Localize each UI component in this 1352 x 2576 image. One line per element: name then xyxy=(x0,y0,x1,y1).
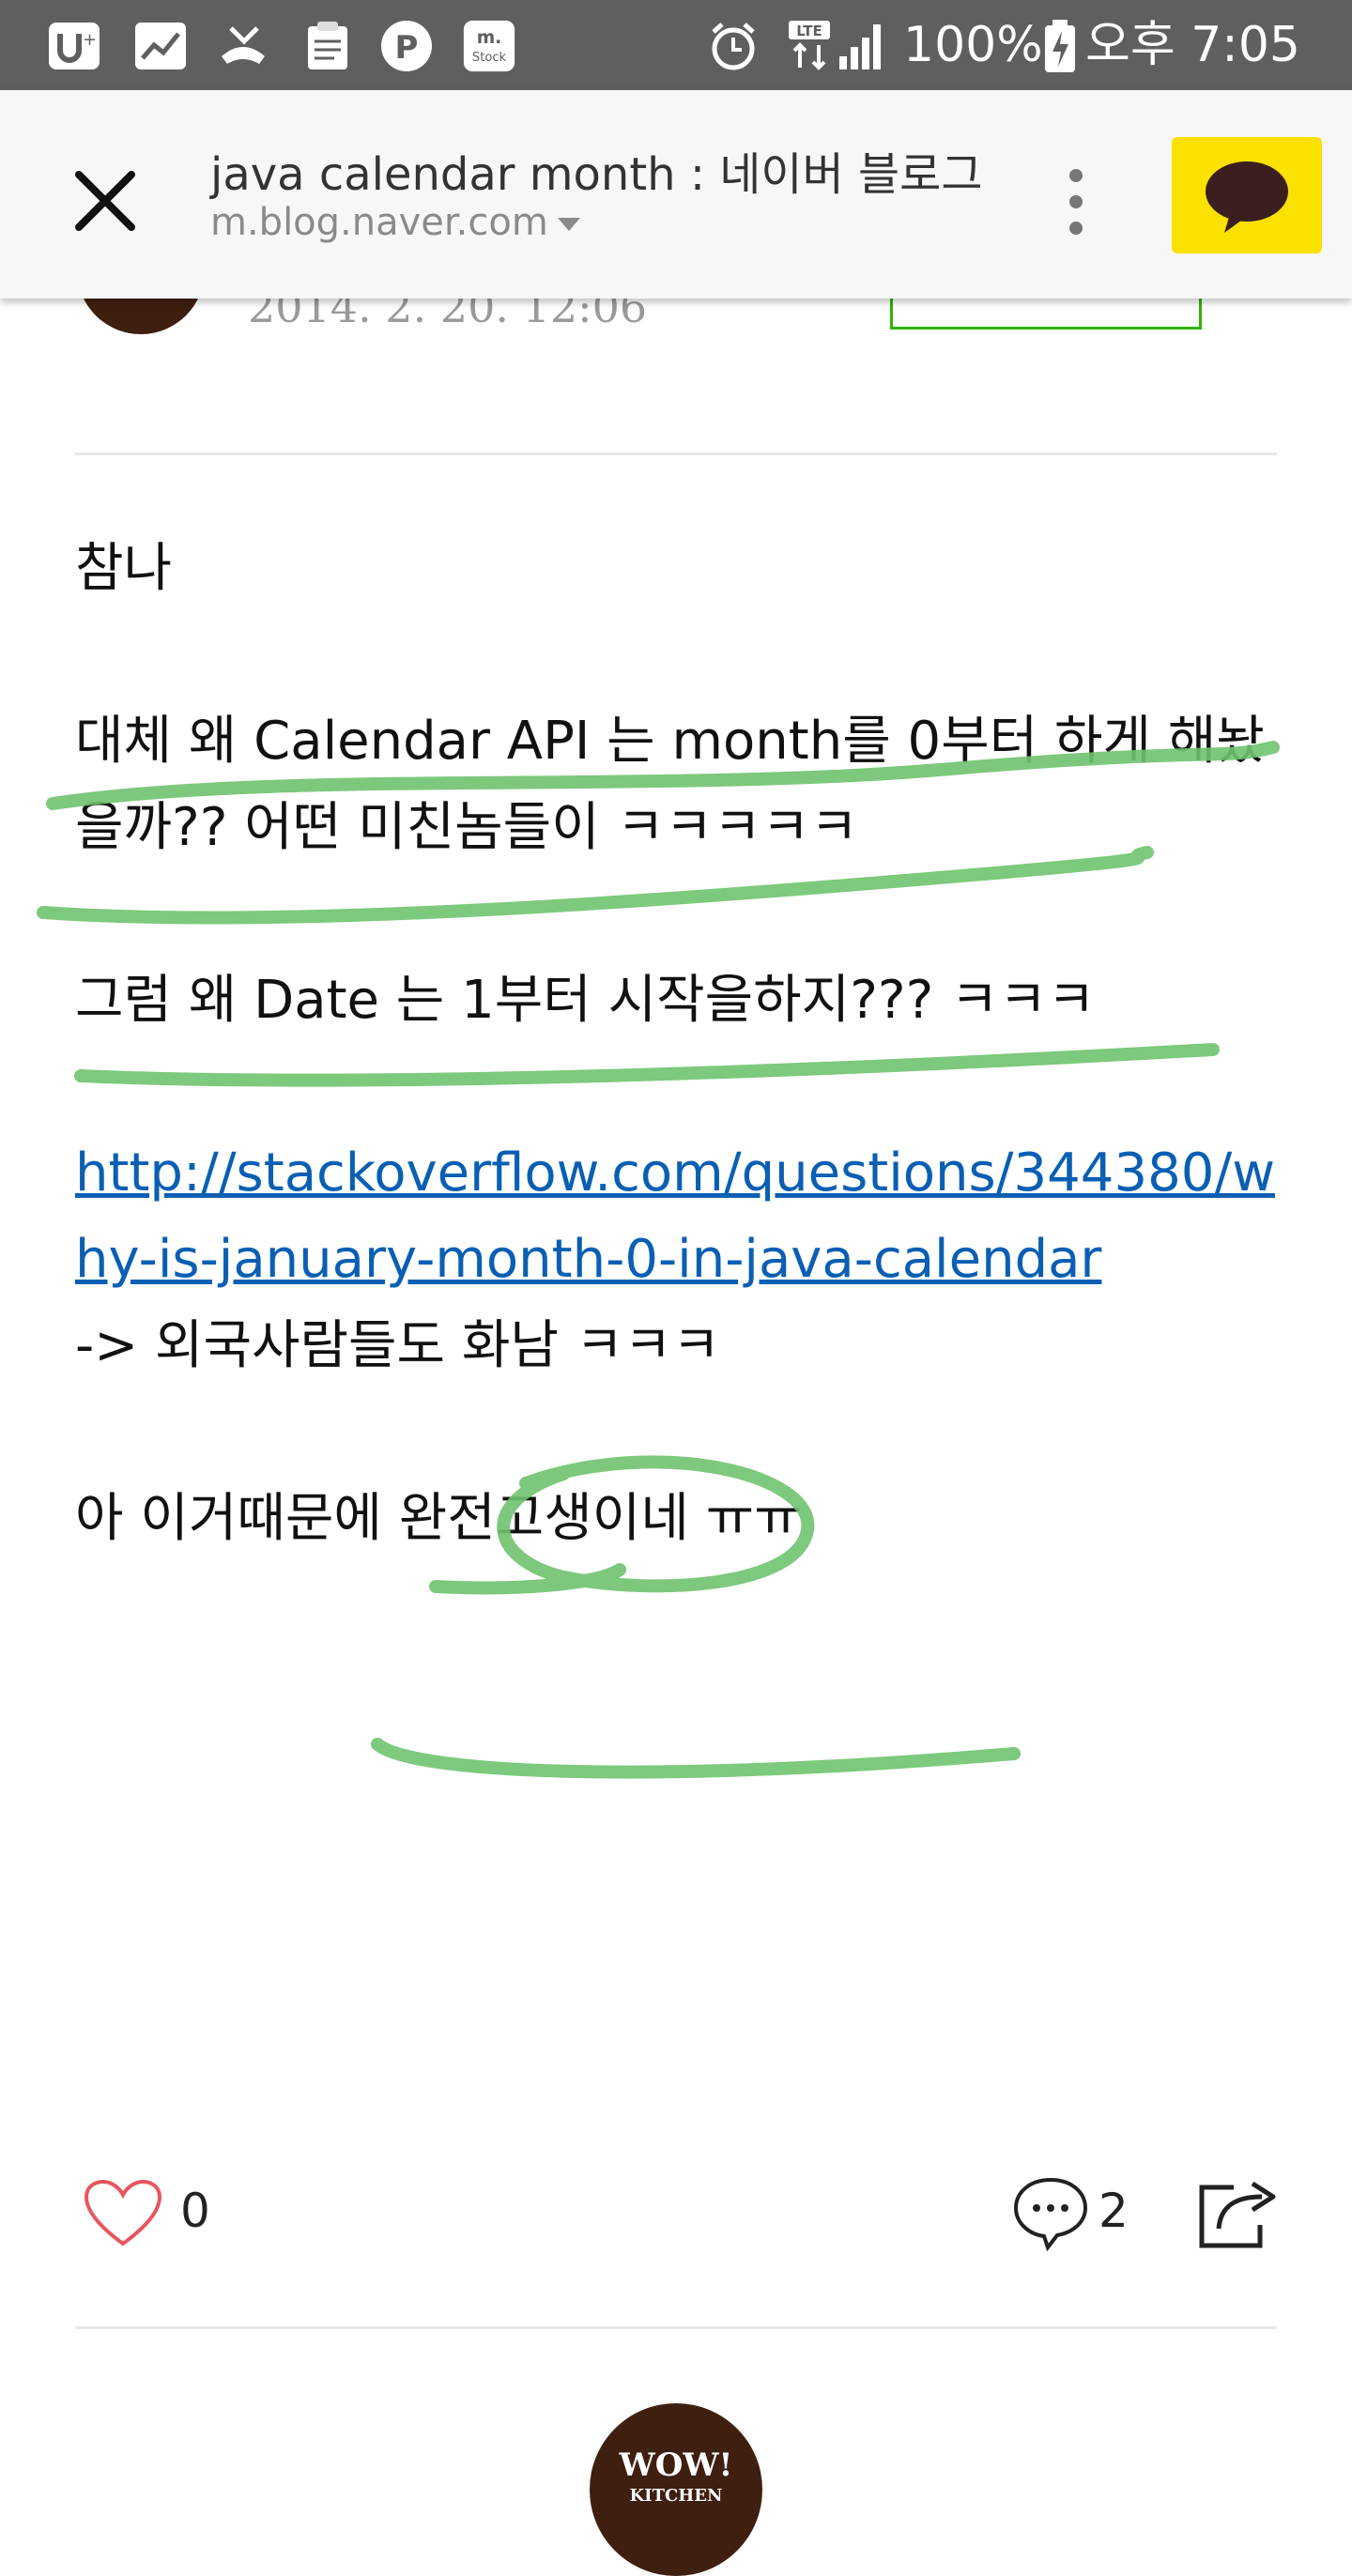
more-dot xyxy=(1069,222,1083,235)
kakaotalk-button[interactable] xyxy=(1172,137,1322,253)
close-icon xyxy=(75,171,135,231)
svg-text:m.: m. xyxy=(477,28,502,48)
logo-text: KITCHEN xyxy=(629,2486,723,2506)
svg-text:+: + xyxy=(83,30,97,50)
url-text: m.blog.naver.com xyxy=(210,201,548,244)
blog-logo[interactable]: WOW! KITCHEN xyxy=(590,2403,762,2576)
underline-stroke xyxy=(371,1738,1021,1779)
p-app-icon: P xyxy=(379,19,434,73)
alarm-icon xyxy=(706,19,760,73)
like-count: 0 xyxy=(180,2184,210,2238)
close-button[interactable] xyxy=(60,156,150,246)
lte-icon: LTE xyxy=(783,19,837,73)
lte-label: LTE xyxy=(796,23,822,39)
signal-icon xyxy=(836,19,890,73)
stock-chart-icon xyxy=(133,19,188,73)
divider xyxy=(75,452,1277,455)
comment-count: 2 xyxy=(1098,2184,1129,2238)
m-stock-icon: m. Stock xyxy=(462,19,516,73)
missed-call-icon xyxy=(216,19,270,73)
like-button[interactable] xyxy=(83,2178,163,2249)
stackoverflow-link[interactable]: http://stackoverflow.com/questions/34438… xyxy=(75,1142,1275,1290)
battery-percent: 100% xyxy=(903,17,1043,73)
post-line: 그럼 왜 Date 는 1부터 시작을하지??? ㅋㅋㅋ xyxy=(75,970,1096,1031)
page-title: java calendar month : 네이버 블로그 xyxy=(210,148,983,201)
more-options-button[interactable] xyxy=(1059,161,1093,242)
browser-header: java calendar month : 네이버 블로그 m.blog.nav… xyxy=(0,90,1352,299)
divider xyxy=(75,2326,1277,2329)
comment-icon xyxy=(1013,2177,1088,2252)
post-line: -> 외국사람들도 화남 ㅋㅋㅋ xyxy=(75,1315,721,1376)
clipboard-icon xyxy=(300,19,355,73)
logo-text: WOW! xyxy=(619,2446,733,2484)
comment-button[interactable] xyxy=(1010,2172,1091,2253)
underline-stroke xyxy=(429,1563,626,1595)
more-dot xyxy=(1069,195,1083,208)
post-line: 대체 왜 Calendar API 는 month를 0부터 하게 해놨을까??… xyxy=(75,711,1265,858)
clock: 오후 7:05 xyxy=(1085,17,1300,73)
chat-bubble-icon xyxy=(1206,161,1288,233)
heart-icon xyxy=(84,2179,162,2246)
svg-text:Stock: Stock xyxy=(472,51,507,65)
svg-text:P: P xyxy=(395,29,419,67)
share-button[interactable] xyxy=(1196,2172,1281,2253)
more-dot xyxy=(1069,169,1083,182)
post-line: 아 이거때문에 완전고생이네 ㅠㅠ xyxy=(75,1488,803,1549)
status-bar: + P m. Stock LTE 100% 오후 7:05 xyxy=(0,0,1352,90)
post-body: 참나 대체 왜 Calendar API 는 month를 0부터 하게 해놨을… xyxy=(75,526,1286,1562)
post-line: 참나 xyxy=(75,538,173,599)
share-icon xyxy=(1199,2181,1276,2248)
chevron-down-icon xyxy=(557,218,580,231)
uplus-icon: + xyxy=(47,19,101,73)
url-dropdown[interactable]: m.blog.naver.com xyxy=(210,201,580,244)
battery-charging-icon xyxy=(1033,19,1087,73)
